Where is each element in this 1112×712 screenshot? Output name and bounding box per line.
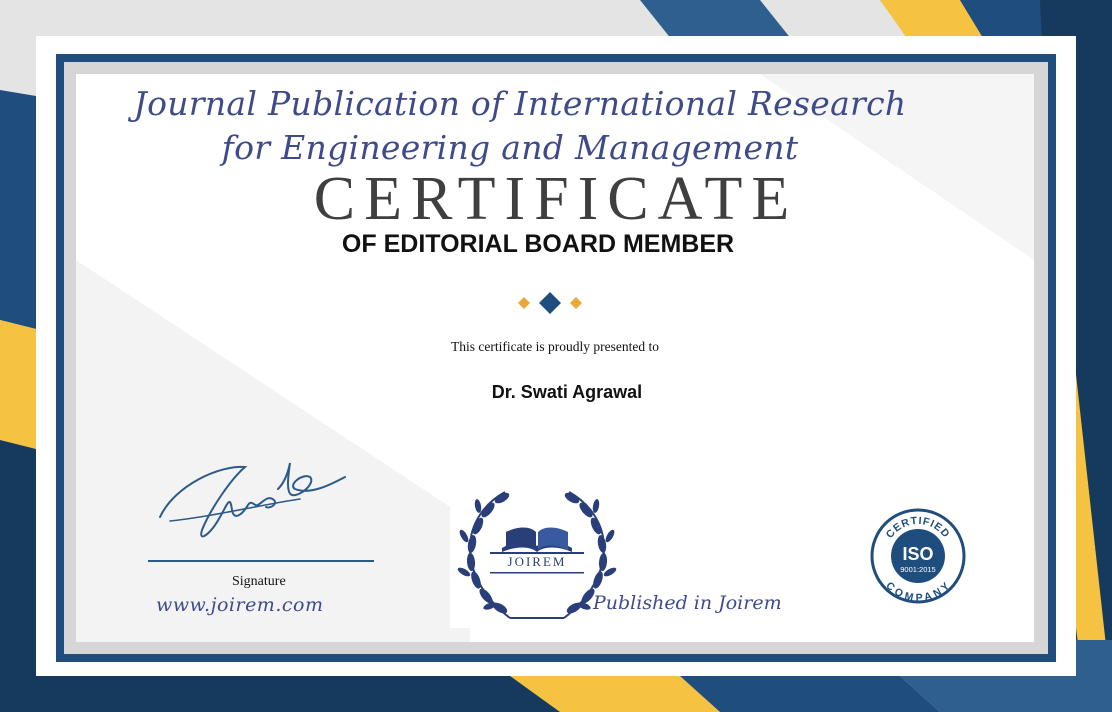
iso-text: ISO <box>902 544 933 564</box>
certificate: Journal Publication of International Res… <box>0 0 1112 712</box>
iso-standard-text: 9001:2015 <box>900 565 935 574</box>
published-text: Published in Joirem <box>593 592 782 614</box>
certificate-subtitle: OF EDITORIAL BOARD MEMBER <box>341 230 735 258</box>
signature-label: Signature <box>232 574 286 589</box>
diamond-divider-icon <box>518 292 582 314</box>
journal-title-line1: Journal Publication of International Res… <box>133 84 907 123</box>
iso-certified-badge-icon: CERTIFIED COMPANY ISO 9001:2015 <box>870 508 966 604</box>
presented-text: This certificate is proudly presented to <box>450 339 660 354</box>
signature-line <box>148 560 374 562</box>
journal-title-line2: for Engineering and Management <box>221 128 799 167</box>
signature-scribble <box>159 462 346 538</box>
logo-text: JOIREM <box>508 554 567 569</box>
website-text: www.joirem.com <box>156 594 324 616</box>
recipient-name: Dr. Swati Agrawal <box>491 382 643 402</box>
certificate-headline: CERTIFICATE <box>313 165 799 233</box>
